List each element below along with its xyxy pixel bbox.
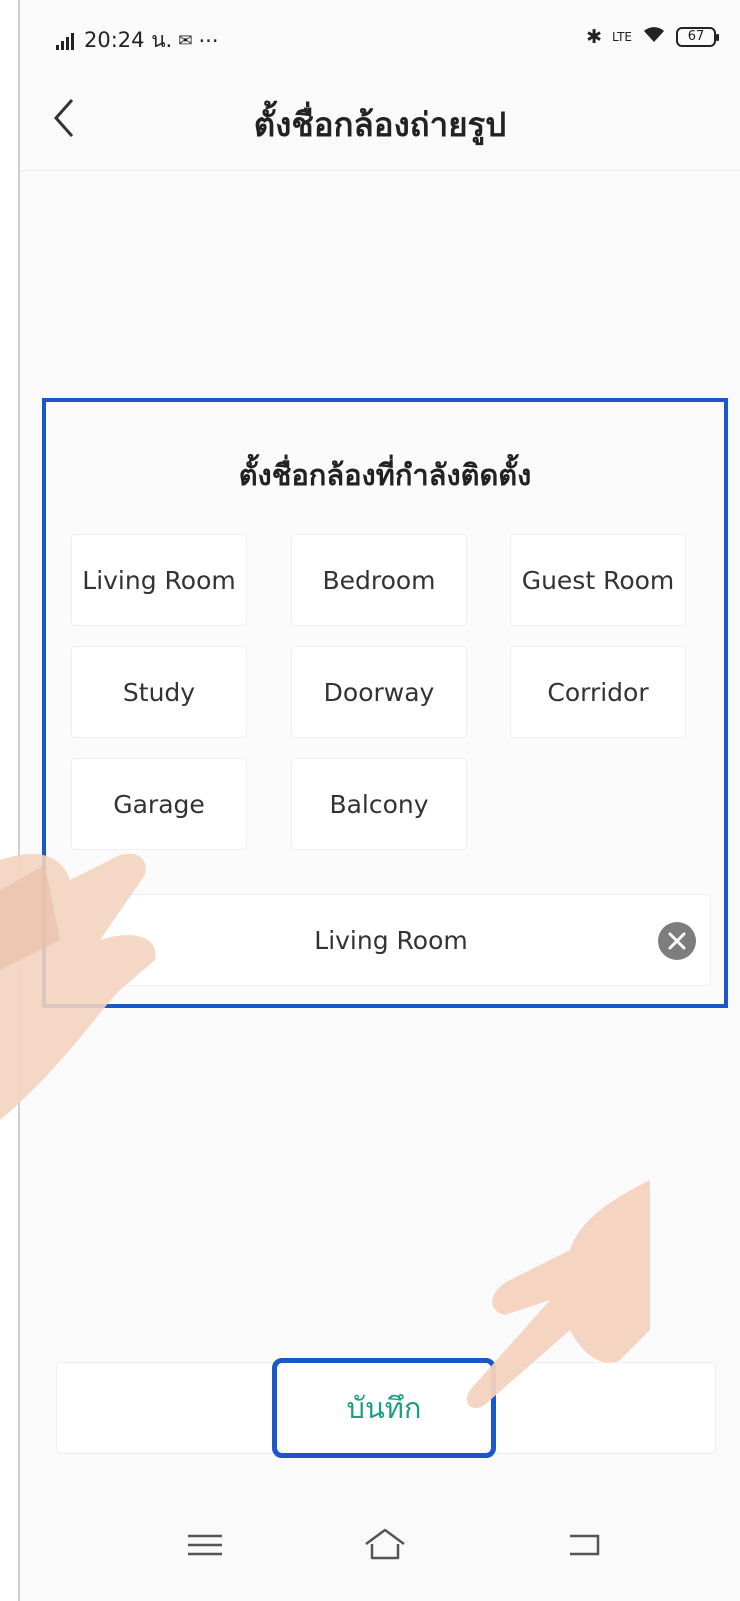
menu-icon[interactable] bbox=[180, 1520, 230, 1570]
preset-bedroom[interactable]: Bedroom bbox=[291, 534, 467, 626]
status-right: ✱ LTE 67 bbox=[586, 24, 719, 49]
preset-guest-room[interactable]: Guest Room bbox=[510, 534, 686, 626]
page-title: ตั้งชื่อกล้องถ่ายรูป bbox=[253, 105, 507, 144]
status-more: ··· bbox=[198, 28, 219, 53]
battery-level: 67 bbox=[687, 29, 705, 44]
status-time: 20:24 น. bbox=[84, 28, 173, 52]
wifi-icon bbox=[642, 24, 666, 49]
camera-name-dialog: ตั้งชื่อกล้องที่กำลังติดตั้ง Living Room… bbox=[42, 398, 728, 1008]
preset-study[interactable]: Study bbox=[71, 646, 247, 738]
camera-name-input[interactable]: Living Room bbox=[71, 894, 711, 986]
header: ตั้งชื่อกล้องถ่ายรูป bbox=[20, 70, 740, 171]
back-nav-icon[interactable] bbox=[560, 1520, 610, 1570]
preset-living-room[interactable]: Living Room bbox=[71, 534, 247, 626]
navigation-bar bbox=[20, 1490, 740, 1601]
status-left: 20:24 น. ✉ ··· bbox=[56, 24, 219, 57]
save-button[interactable]: บันทึก bbox=[272, 1358, 496, 1458]
battery-icon: 67 bbox=[676, 26, 719, 47]
signal-icon bbox=[56, 32, 78, 50]
message-icon: ✉ bbox=[178, 30, 193, 51]
volte-indicator: LTE bbox=[612, 29, 632, 44]
bluetooth-icon: ✱ bbox=[586, 25, 603, 48]
preset-garage[interactable]: Garage bbox=[71, 758, 247, 850]
dialog-title: ตั้งชื่อกล้องที่กำลังติดตั้ง bbox=[238, 458, 532, 492]
phone-screen: 20:24 น. ✉ ··· ✱ LTE 67 ตั้งชื่อกล้องถ่า… bbox=[18, 0, 740, 1601]
preset-balcony[interactable]: Balcony bbox=[291, 758, 467, 850]
clear-icon[interactable] bbox=[658, 922, 696, 960]
preset-corridor[interactable]: Corridor bbox=[510, 646, 686, 738]
status-bar: 20:24 น. ✉ ··· ✱ LTE 67 bbox=[20, 0, 740, 70]
camera-name-value: Living Room bbox=[314, 925, 468, 955]
preset-doorway[interactable]: Doorway bbox=[291, 646, 467, 738]
home-icon[interactable] bbox=[360, 1520, 410, 1570]
